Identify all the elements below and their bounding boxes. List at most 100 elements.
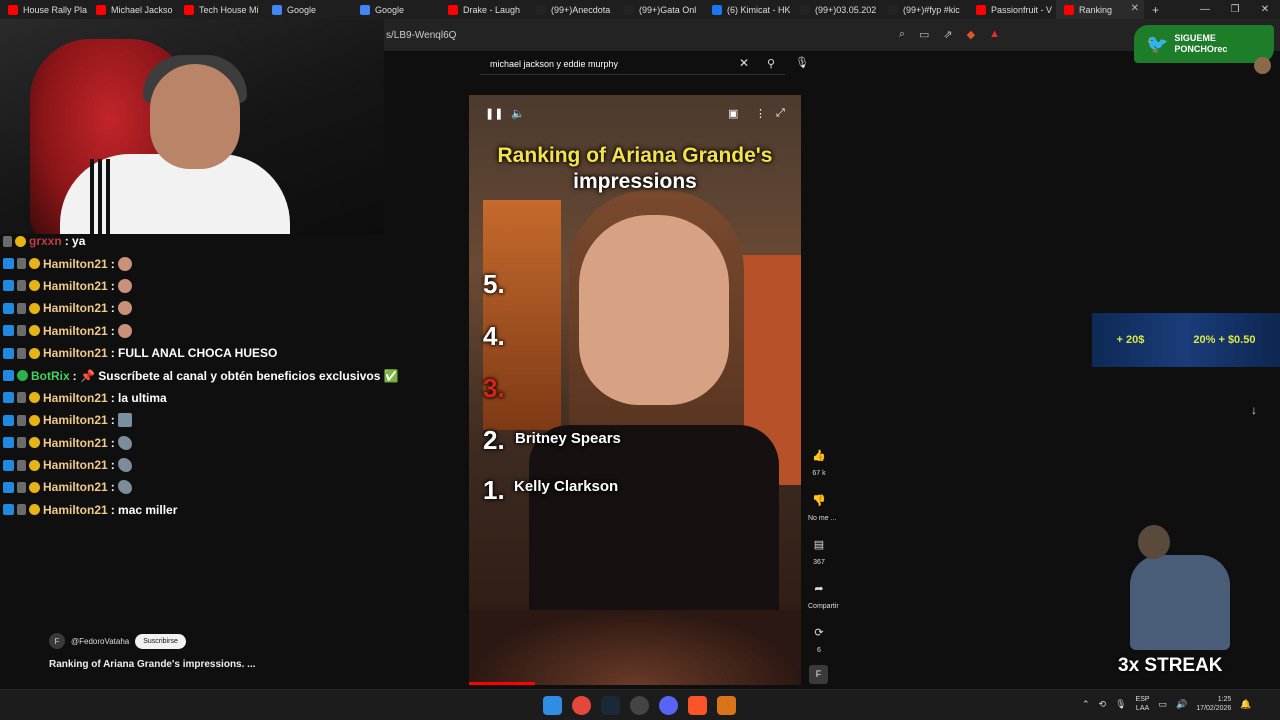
remix-icon[interactable]: ⟳ (808, 621, 830, 643)
chat-message: grxxn: ya (0, 230, 384, 252)
url-text[interactable]: s/LB9-Wenql6Q (384, 30, 456, 41)
mic-tray-icon[interactable]: 🎙 (1115, 699, 1126, 710)
tab-favicon-icon (536, 4, 546, 15)
tab-close-icon[interactable]: ✕ (1131, 3, 1139, 14)
browser-tab[interactable]: Google (264, 0, 352, 19)
browser-tab[interactable]: Passionfruit - V (968, 0, 1056, 19)
chat-message: Hamilton21 : (0, 432, 384, 454)
tab-label: Ranking (1079, 4, 1113, 15)
chat-username[interactable]: Hamilton21 (43, 346, 108, 360)
remix-button[interactable]: ⟳ 6 (808, 621, 830, 655)
thumbs-down-icon[interactable]: 👎 (808, 489, 830, 511)
chat-username[interactable]: Hamilton21 (43, 301, 108, 315)
short-video-player[interactable]: ❚❚ 🔈 ▣ ⋮ ⤢ Ranking of Ariana Grande's im… (469, 95, 801, 685)
app-icon[interactable] (717, 696, 736, 715)
discord-icon[interactable] (659, 696, 678, 715)
tab-favicon-icon (8, 4, 18, 15)
browser-tab[interactable]: (99+)Anecdota (528, 0, 616, 19)
miniplayer-icon[interactable]: ▣ (728, 107, 738, 120)
chat-username[interactable]: Hamilton21 (43, 257, 108, 271)
minimize-icon[interactable]: — (1190, 0, 1220, 19)
subscribe-button[interactable]: Suscribirse (135, 633, 186, 649)
like-button[interactable]: 👍 67 k (808, 444, 830, 478)
chat-username[interactable]: Hamilton21 (43, 458, 108, 472)
channel-badge[interactable]: F (809, 665, 828, 684)
pause-icon[interactable]: ❚❚ (485, 107, 503, 120)
chat-badge-icon (29, 459, 40, 471)
clear-search-icon[interactable]: ✕ (739, 56, 749, 70)
brave-icon[interactable] (688, 696, 707, 715)
browser-tab[interactable]: Drake - Laugh (440, 0, 528, 19)
steam-icon[interactable] (601, 696, 620, 715)
browser-tab[interactable]: (6) Kimicat - HK (704, 0, 792, 19)
short-title[interactable]: Ranking of Ariana Grande's impressions. … (49, 659, 256, 670)
search-query[interactable]: michael jackson y eddie murphy (490, 59, 618, 69)
face-emote-icon (117, 256, 132, 271)
windows-start-icon[interactable] (543, 696, 562, 715)
notification-icon[interactable]: 🔔 (1240, 699, 1251, 710)
tab-label: (6) Kimicat - HK (727, 4, 791, 15)
cast-icon[interactable]: ▭ (919, 28, 929, 41)
volume-icon[interactable]: 🔈 (511, 107, 525, 120)
more-icon[interactable]: ⋮ (755, 107, 766, 120)
tray-chevron-icon[interactable]: ⌃ (1082, 699, 1090, 710)
brave-rewards-icon[interactable]: ▲ (989, 28, 1000, 41)
chat-badge-icon (15, 235, 26, 247)
chat-username[interactable]: Hamilton21 (43, 503, 108, 517)
browser-tab[interactable]: (99+)03.05.202 (792, 0, 880, 19)
volume-tray-icon[interactable]: 🔊 (1176, 699, 1187, 710)
chat-text: : (110, 413, 115, 428)
sync-icon[interactable]: ⟲ (1099, 699, 1107, 710)
arrow-down-icon[interactable]: ↓ (1251, 403, 1257, 417)
restore-icon[interactable]: ❐ (1220, 0, 1250, 19)
thumbs-up-icon[interactable]: 👍 (808, 444, 830, 466)
share-button[interactable]: ➦ Compartir (808, 577, 839, 611)
chat-username[interactable]: Hamilton21 (43, 391, 108, 405)
display-icon[interactable]: ▭ (1159, 699, 1168, 710)
share-label: Compartir (808, 603, 839, 610)
browser-tab[interactable]: House Rally Pla (0, 0, 88, 19)
obs-icon[interactable] (630, 696, 649, 715)
chat-badge-icon (3, 302, 14, 314)
browser-tab[interactable]: (99+)Gata Onl (616, 0, 704, 19)
browser-tab[interactable]: Ranking ✕ (1056, 0, 1144, 19)
chrome-icon[interactable] (572, 696, 591, 715)
share-arrow-icon[interactable]: ➦ (808, 577, 830, 599)
tab-label: Google (375, 4, 405, 15)
browser-tab[interactable]: Michael Jackso (88, 0, 176, 19)
chat-badge-icon (3, 280, 14, 292)
chat-username[interactable]: BotRix (31, 369, 70, 383)
browser-tab[interactable]: (99+)#fyp #kic (880, 0, 968, 19)
tab-favicon-icon (1064, 4, 1074, 15)
dislike-button[interactable]: 👎 No me ... (808, 489, 836, 523)
search-input[interactable]: michael jackson y eddie murphy ✕ ⚲ (480, 53, 785, 75)
fullscreen-icon[interactable]: ⤢ (776, 107, 785, 120)
language-indicator[interactable]: ESP LAA (1136, 695, 1150, 713)
rank-4: 4. (483, 321, 505, 351)
chat-username[interactable]: grxxn (29, 234, 62, 248)
comments-button[interactable]: ▤ 367 (808, 533, 830, 567)
chat-username[interactable]: Hamilton21 (43, 480, 108, 494)
close-icon[interactable]: ✕ (1250, 0, 1280, 19)
new-tab-button[interactable]: + (1152, 3, 1159, 17)
clock[interactable]: 1:25 17/02/2026 (1196, 695, 1231, 713)
youtube-avatar[interactable] (1254, 57, 1271, 74)
browser-tab[interactable]: Google (352, 0, 440, 19)
zoom-icon[interactable]: ⌕ (899, 28, 905, 41)
browser-tab[interactable]: Tech House Mi (176, 0, 264, 19)
channel-avatar[interactable]: F (49, 633, 65, 649)
chat-text: : (110, 301, 115, 316)
chat-username[interactable]: Hamilton21 (43, 279, 108, 293)
tab-favicon-icon (800, 4, 810, 15)
chat-username[interactable]: Hamilton21 (43, 413, 108, 427)
tab-favicon-icon (184, 4, 194, 15)
video-progress-bar[interactable] (469, 682, 536, 685)
share-icon[interactable]: ⇗ (943, 28, 952, 41)
chat-username[interactable]: Hamilton21 (43, 324, 108, 338)
comment-icon[interactable]: ▤ (808, 533, 830, 555)
mic-icon[interactable]: 🎙 (795, 56, 809, 69)
search-icon[interactable]: ⚲ (767, 57, 775, 70)
chat-username[interactable]: Hamilton21 (43, 436, 108, 450)
channel-handle[interactable]: @FedoroVataha (71, 637, 129, 646)
brave-shield-icon[interactable]: ◆ (967, 28, 975, 41)
